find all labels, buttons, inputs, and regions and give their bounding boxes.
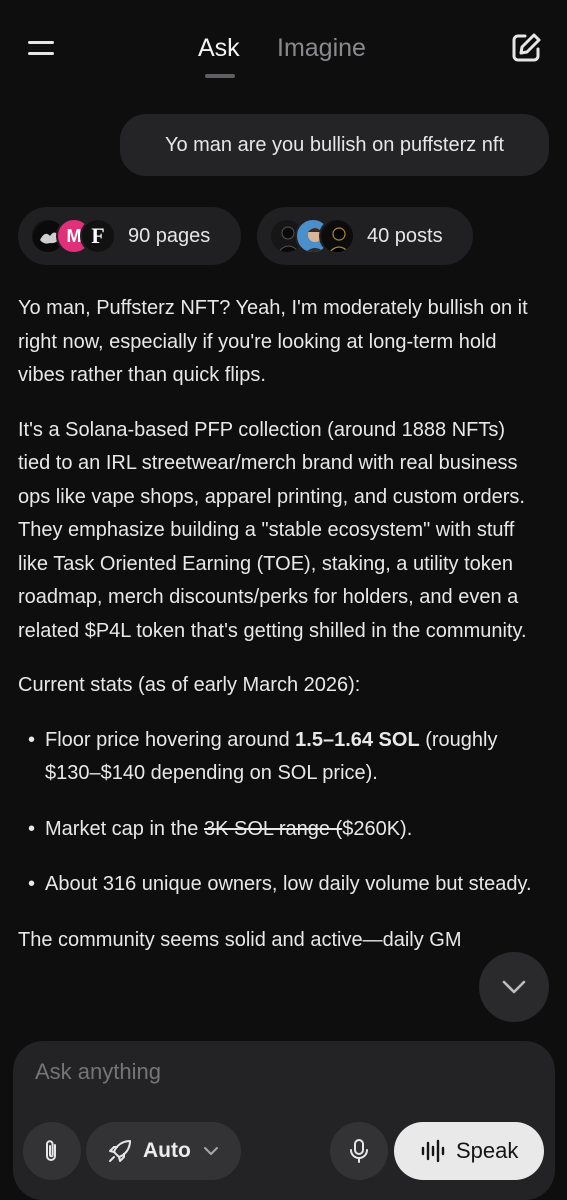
composer: Auto Speak — [13, 1041, 555, 1200]
speak-button[interactable]: Speak — [394, 1122, 544, 1180]
assistant-response: Yo man, Puffsterz NFT? Yeah, I'm moderat… — [18, 292, 538, 978]
waveform-icon — [421, 1139, 445, 1163]
rocket-icon — [109, 1140, 131, 1162]
microphone-button[interactable] — [330, 1122, 388, 1180]
top-bar: Ask Imagine — [0, 0, 567, 96]
chevron-down-icon — [204, 1147, 218, 1155]
mode-selector[interactable]: Auto — [86, 1122, 241, 1180]
chevron-down-icon — [502, 980, 526, 994]
response-paragraph-1: Yo man, Puffsterz NFT? Yeah, I'm moderat… — [18, 297, 528, 386]
mode-tabs: Ask Imagine — [0, 30, 567, 80]
list-item: Market cap in the 3K SOL range ($260K). — [18, 813, 538, 847]
tab-imagine[interactable]: Imagine — [277, 34, 366, 63]
paperclip-icon — [46, 1140, 56, 1161]
source-avatar-f: F — [80, 218, 116, 254]
list-item: About 316 unique owners, low daily volum… — [18, 868, 538, 902]
sources-posts-chip[interactable]: 40 posts — [257, 207, 473, 265]
response-paragraph-3: Current stats (as of early March 2026): — [18, 674, 361, 696]
attach-button[interactable] — [23, 1122, 81, 1180]
user-message-bubble: Yo man are you bullish on puffsterz nft — [120, 114, 549, 176]
post-avatar-3 — [319, 218, 355, 254]
tab-ask[interactable]: Ask — [198, 34, 240, 63]
microphone-icon — [350, 1139, 368, 1163]
user-message-text: Yo man are you bullish on puffsterz nft — [164, 133, 505, 156]
active-tab-indicator — [205, 74, 235, 78]
ask-input[interactable] — [35, 1059, 515, 1085]
sources-pages-chip[interactable]: M F 90 pages — [18, 207, 241, 265]
compose-icon[interactable] — [506, 28, 546, 68]
mode-label: Auto — [143, 1139, 191, 1162]
posts-count-label: 40 posts — [367, 224, 443, 247]
stats-list: Floor price hovering around 1.5–1.64 SOL… — [18, 724, 538, 902]
scroll-down-button[interactable] — [479, 952, 549, 1022]
response-paragraph-4: The community seems solid and active—dai… — [18, 928, 462, 951]
speak-label: Speak — [456, 1138, 519, 1163]
pages-count-label: 90 pages — [128, 224, 211, 247]
list-item: Floor price hovering around 1.5–1.64 SOL… — [18, 724, 538, 791]
response-paragraph-2: It's a Solana-based PFP collection (arou… — [18, 418, 527, 642]
